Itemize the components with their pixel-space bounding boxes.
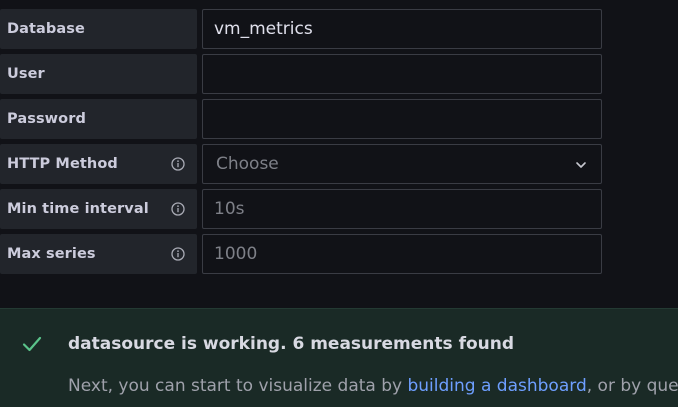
max-series-row: Max series 1000 [0,234,678,274]
info-circle-icon[interactable] [171,247,185,261]
max-series-label: Max series [0,234,197,274]
user-label: User [0,54,197,94]
database-input[interactable]: vm_metrics [202,9,602,49]
chevron-down-icon [576,162,586,168]
status-text-after: , or by query [586,376,678,396]
status-text-before: Next, you can start to visualize data by [68,376,408,396]
building-dashboard-link[interactable]: building a dashboard [407,376,586,396]
http-method-selected-value: Choose [216,154,279,174]
status-title: datasource is working. 6 measurements fo… [68,334,515,354]
database-row: Database vm_metrics [0,9,678,49]
user-label-text: User [7,66,45,82]
password-label-text: Password [7,111,86,127]
password-input[interactable] [202,99,602,139]
datasource-settings-page: Database vm_metrics User Password HTTP M… [0,0,678,407]
user-row: User [0,54,678,94]
datasource-status-alert: datasource is working. 6 measurements fo… [0,308,678,407]
http-method-label-text: HTTP Method [7,156,118,172]
http-method-label: HTTP Method [0,144,197,184]
password-label: Password [0,99,197,139]
database-label: Database [0,9,197,49]
database-label-text: Database [7,21,85,37]
min-time-interval-label: Min time interval [0,189,197,229]
http-method-select[interactable]: Choose [202,144,602,184]
info-circle-icon[interactable] [171,157,185,171]
max-series-label-text: Max series [7,246,96,262]
min-time-interval-label-text: Min time interval [7,201,149,217]
min-time-interval-input[interactable]: 10s [202,189,602,229]
user-input[interactable] [202,54,602,94]
status-message: Next, you can start to visualize data by… [68,376,678,396]
password-row: Password [0,99,678,139]
check-icon [22,336,42,352]
http-method-row: HTTP Method Choose [0,144,678,184]
min-time-interval-row: Min time interval 10s [0,189,678,229]
info-circle-icon[interactable] [171,202,185,216]
max-series-input[interactable]: 1000 [202,234,602,274]
